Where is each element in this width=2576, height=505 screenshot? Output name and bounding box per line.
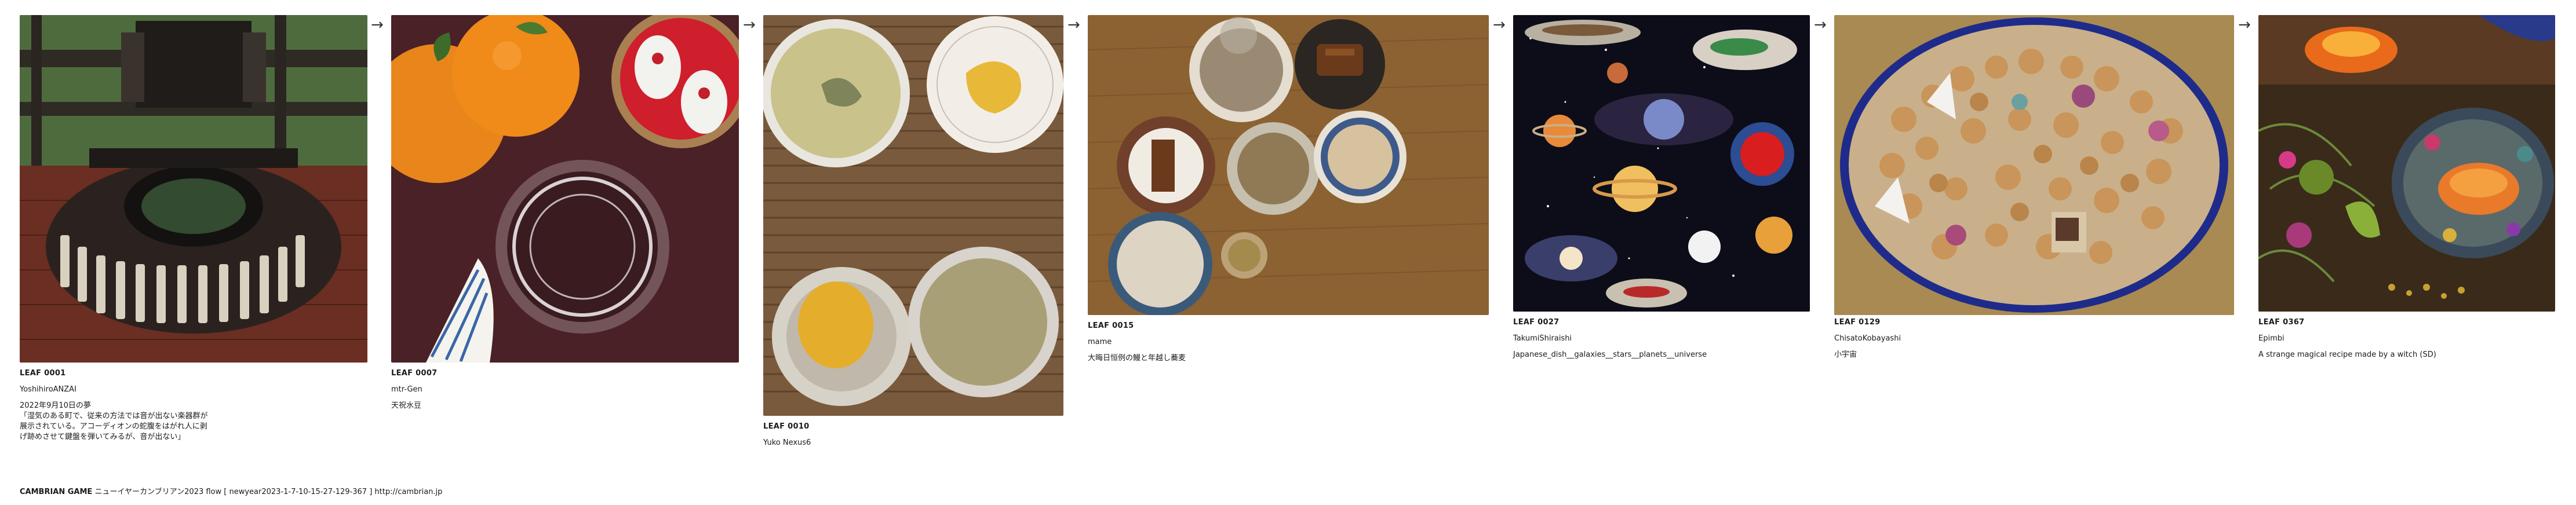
leaf-id: LEAF 0010 — [763, 422, 810, 431]
leaf-meta-0015: LEAF 0015 mame 大晦日恒例の鰻と年越し蕎麦 — [1088, 321, 1489, 364]
leaf-author[interactable]: TakumiShiraishi — [1513, 334, 1810, 344]
leaf-title: A strange magical recipe made by a witch… — [2258, 350, 2436, 359]
leaf-author[interactable]: Epimbi — [2258, 334, 2555, 344]
leaf-author[interactable]: mtr-Gen — [391, 385, 739, 395]
leaf-id: LEAF 0015 — [1088, 321, 1134, 330]
leaf-id: LEAF 0007 — [391, 369, 438, 378]
leaf-image-0027[interactable] — [1513, 15, 1810, 312]
leaf-author[interactable]: YoshihiroANZAI — [20, 385, 367, 395]
leaf-image-0015[interactable] — [1088, 15, 1489, 315]
flow-arrow-icon: → — [1067, 16, 1080, 34]
leaf-meta-0367: LEAF 0367 Epimbi A strange magical recip… — [2258, 317, 2555, 360]
tea-and-sweets-image — [763, 15, 1063, 416]
leaf-image-0007[interactable] — [391, 15, 739, 363]
flow-arrow-icon: → — [1493, 16, 1506, 34]
flow-arrow-icon: → — [743, 16, 756, 34]
flow-arrow-icon: → — [2238, 16, 2251, 34]
leaf-id: LEAF 0367 — [2258, 318, 2305, 327]
accordion-instrument-image — [20, 15, 367, 363]
leaf-image-0001[interactable] — [20, 15, 367, 363]
flow-arrow-icon: → — [1814, 16, 1827, 34]
leaf-author[interactable]: Yuko Nexus6 — [763, 438, 1063, 448]
table-dishes-image — [1088, 15, 1489, 315]
leaf-meta-0001: LEAF 0001 YoshihiroANZAI 2022年9月10日の夢 「湿… — [20, 368, 367, 442]
cosmic-dishes-image — [1513, 15, 1810, 312]
leaf-meta-0010: LEAF 0010 Yuko Nexus6 — [763, 422, 1063, 448]
leaf-author[interactable]: mame — [1088, 337, 1489, 347]
magical-recipe-image — [2258, 15, 2555, 312]
oranges-and-glass-image — [391, 15, 739, 363]
flow-arrow-icon: → — [371, 16, 384, 34]
footer: CAMBRIAN GAME ニューイヤーカンブリアン2023 flow [ ne… — [20, 485, 442, 496]
cookie-bowl-image — [1834, 15, 2234, 315]
leaf-image-0010[interactable] — [763, 15, 1063, 416]
leaf-author[interactable]: ChisatoKobayashi — [1834, 334, 2234, 344]
leaf-meta-0007: LEAF 0007 mtr-Gen 天祝水豆 — [391, 368, 739, 411]
leaf-title: Japanese_dish__galaxies__stars__planets_… — [1513, 350, 1707, 359]
leaf-id: LEAF 0001 — [20, 369, 66, 378]
leaf-title: 2022年9月10日の夢 — [20, 401, 91, 410]
leaf-image-0367[interactable] — [2258, 15, 2555, 312]
footer-text[interactable]: ニューイヤーカンブリアン2023 flow [ newyear2023-1-7-… — [94, 488, 442, 496]
leaf-meta-0027: LEAF 0027 TakumiShiraishi Japanese_dish_… — [1513, 317, 1810, 360]
footer-brand: CAMBRIAN GAME — [20, 488, 93, 496]
leaf-image-0129[interactable] — [1834, 15, 2234, 315]
leaf-title: 天祝水豆 — [391, 401, 422, 410]
leaf-id: LEAF 0129 — [1834, 318, 1881, 327]
leaf-title: 小宇宙 — [1834, 350, 1857, 359]
leaf-description: 「湿気のある町で、従来の方法では音が出ない楽器群が 展示されている。アコーディオ… — [20, 412, 208, 441]
leaf-id: LEAF 0027 — [1513, 318, 1560, 327]
leaf-title: 大晦日恒例の鰻と年越し蕎麦 — [1088, 354, 1186, 363]
flow-canvas: LEAF 0001 YoshihiroANZAI 2022年9月10日の夢 「湿… — [0, 0, 2576, 505]
leaf-meta-0129: LEAF 0129 ChisatoKobayashi 小宇宙 — [1834, 317, 2234, 360]
